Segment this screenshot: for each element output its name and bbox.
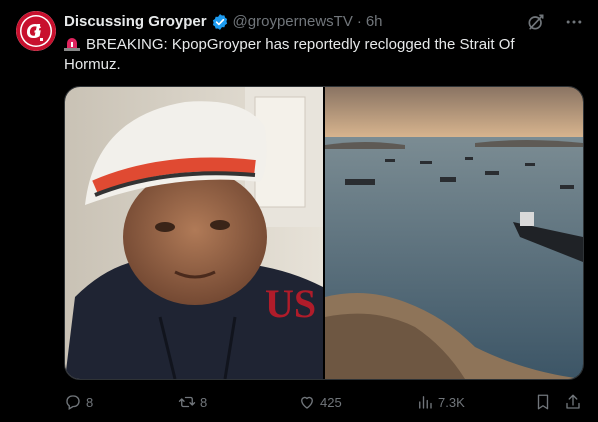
svg-text:US: US — [265, 281, 316, 326]
handle[interactable]: @groypernewsTV — [233, 12, 353, 32]
display-name[interactable]: Discussing Groyper — [64, 12, 207, 32]
post-text: BREAKING: KpopGroyper has reportedly rec… — [64, 35, 544, 75]
verified-badge-icon[interactable] — [211, 13, 229, 31]
timestamp[interactable]: 6h — [366, 12, 383, 32]
post-text-content: BREAKING: KpopGroyper has reportedly rec… — [64, 36, 515, 73]
like-count: 425 — [320, 394, 342, 410]
share-icon — [566, 394, 580, 409]
media-photo-man[interactable]: US — [65, 87, 323, 379]
action-bar: 8 8 425 7.3K — [64, 390, 584, 414]
avatar[interactable]: G — [16, 11, 56, 51]
reply-icon — [66, 395, 80, 410]
separator-dot: · — [356, 13, 362, 30]
groyper-logo-icon: G — [16, 11, 56, 51]
reply-count: 8 — [86, 394, 94, 410]
share-button[interactable] — [564, 390, 582, 414]
views-button[interactable]: 7.3K — [416, 390, 465, 414]
repost-count: 8 — [200, 394, 208, 410]
siren-emoji-icon — [64, 37, 80, 51]
reply-button[interactable]: 8 — [64, 390, 93, 414]
like-icon — [301, 396, 313, 409]
top-right-actions — [526, 12, 584, 37]
repost-icon — [178, 396, 196, 408]
views-icon — [419, 396, 432, 409]
grok-icon[interactable] — [526, 12, 546, 37]
repost-button[interactable]: 8 — [178, 390, 207, 414]
media-photo-strait[interactable] — [325, 87, 583, 379]
post-header: Discussing Groyper @groypernewsTV · 6h — [64, 12, 383, 32]
more-icon[interactable] — [564, 12, 584, 37]
like-button[interactable]: 425 — [298, 390, 342, 414]
bookmark-button[interactable] — [534, 390, 552, 414]
media-grid[interactable]: US — [64, 86, 584, 380]
views-count: 7.3K — [438, 394, 465, 410]
bookmark-icon — [537, 394, 549, 410]
